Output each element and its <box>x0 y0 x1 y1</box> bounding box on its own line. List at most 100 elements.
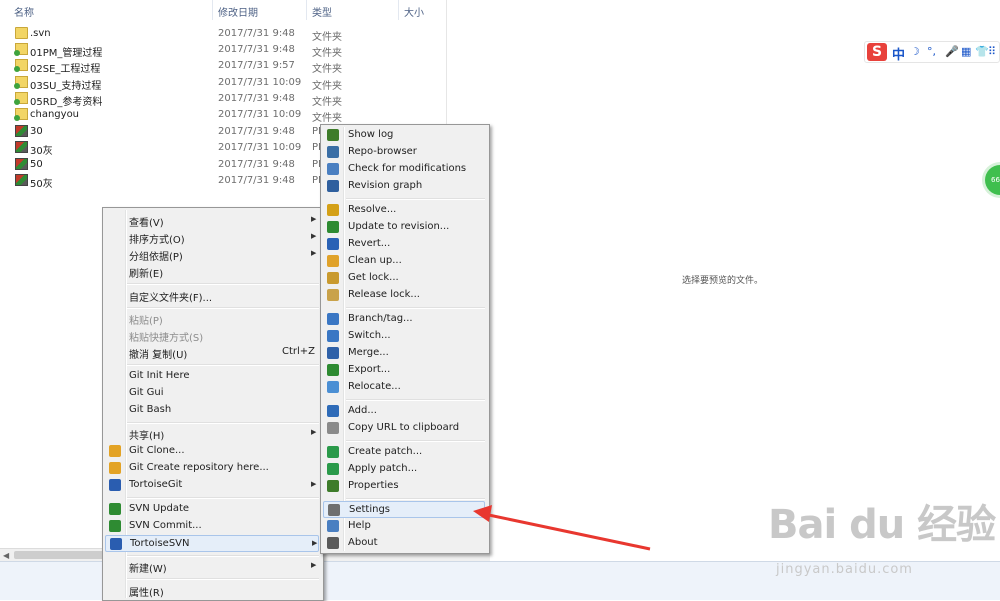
svn-resolve[interactable]: Resolve... <box>323 202 485 219</box>
menu-item-label: Git Init Here <box>129 370 190 381</box>
svn-export[interactable]: Export... <box>323 362 485 379</box>
svn-settings[interactable]: Settings <box>323 501 485 518</box>
menu-separator <box>346 440 485 442</box>
file-date: 2017/7/31 10:09 <box>218 142 302 153</box>
file-name: 02SE_工程过程 <box>30 64 101 75</box>
menu-item-shortcut: Ctrl+Z <box>282 346 316 357</box>
menu-item-sort-by[interactable]: 排序方式(O) ▶ <box>105 229 319 246</box>
properties-icon <box>327 480 339 492</box>
svn-about[interactable]: About <box>323 535 485 552</box>
menu-item-git-init[interactable]: Git Init Here <box>105 368 319 385</box>
merge-icon <box>327 347 339 359</box>
svn-relocate[interactable]: Relocate... <box>323 379 485 396</box>
menu-item-tortoisegit[interactable]: TortoiseGit ▶ <box>105 477 319 494</box>
menu-item-git-clone[interactable]: Git Clone... <box>105 443 319 460</box>
menu-item-label: Clean up... <box>348 255 402 266</box>
punctuation-icon[interactable]: °, <box>927 45 936 58</box>
menu-separator <box>346 307 485 309</box>
svn-revert[interactable]: Revert... <box>323 236 485 253</box>
menu-item-label: Revision graph <box>348 180 423 191</box>
file-type: 文件夹 <box>312 81 342 92</box>
menu-item-git-gui[interactable]: Git Gui <box>105 385 319 402</box>
column-divider[interactable] <box>212 0 213 20</box>
about-icon <box>327 537 339 549</box>
ime-toolbar[interactable]: S 中 ☽ °, 🎤 ▦ 👕 ⠿ <box>864 41 1000 63</box>
column-size-header[interactable]: 大小 <box>404 4 424 19</box>
floating-ball-icon[interactable]: 66 <box>985 165 1000 195</box>
svn-merge[interactable]: Merge... <box>323 345 485 362</box>
image-file-icon <box>15 158 28 170</box>
menu-item-label: Apply patch... <box>348 463 418 474</box>
svn-branch-tag[interactable]: Branch/tag... <box>323 311 485 328</box>
svn-copy-url[interactable]: Copy URL to clipboard <box>323 420 485 437</box>
annotation-arrow-shaft <box>483 512 651 551</box>
sogou-logo-icon[interactable]: S <box>867 43 887 61</box>
file-row[interactable]: changyou 2017/7/31 10:09 文件夹 <box>0 107 446 124</box>
svn-revision-graph[interactable]: Revision graph <box>323 178 485 195</box>
microphone-icon[interactable]: 🎤 <box>945 45 959 58</box>
svn-clean-up[interactable]: Clean up... <box>323 253 485 270</box>
context-menu: 查看(V) ▶ 排序方式(O) ▶ 分组依据(P) ▶ 刷新(E) 自定义文件夹… <box>102 207 324 601</box>
menu-item-tortoisesvn[interactable]: TortoiseSVN ▶ <box>105 535 319 552</box>
submenu-arrow-icon: ▶ <box>311 232 317 240</box>
menu-item-undo-copy[interactable]: 撤消 复制(U) Ctrl+Z <box>105 344 319 361</box>
menu-item-label: Copy URL to clipboard <box>348 422 460 433</box>
file-row[interactable]: 05RD_参考资料 2017/7/31 9:48 文件夹 <box>0 91 446 108</box>
menu-item-label: Export... <box>348 364 391 375</box>
menu-item-customize-folder[interactable]: 自定义文件夹(F)... <box>105 287 319 304</box>
check-modifications-icon <box>327 163 339 175</box>
menu-item-share[interactable]: 共享(H) ▶ <box>105 425 319 442</box>
revision-graph-icon <box>327 180 339 192</box>
svn-show-log[interactable]: Show log <box>323 127 485 144</box>
menu-item-refresh[interactable]: 刷新(E) <box>105 263 319 280</box>
svn-get-lock[interactable]: Get lock... <box>323 270 485 287</box>
file-row[interactable]: 03SU_支持过程 2017/7/31 10:09 文件夹 <box>0 75 446 92</box>
create-patch-icon <box>327 446 339 458</box>
image-file-icon <box>15 141 28 153</box>
file-type: 文件夹 <box>312 97 342 108</box>
svn-folder-icon <box>14 108 28 121</box>
file-row[interactable]: .svn 2017/7/31 9:48 文件夹 <box>0 26 446 43</box>
svn-add[interactable]: Add... <box>323 403 485 420</box>
svn-repo-browser[interactable]: Repo-browser <box>323 144 485 161</box>
column-divider[interactable] <box>398 0 399 20</box>
column-name-header[interactable]: 名称 <box>14 4 34 19</box>
menu-item-label: Settings <box>349 504 391 515</box>
git-clone-icon <box>109 445 121 457</box>
menu-item-view[interactable]: 查看(V) ▶ <box>105 212 319 229</box>
half-width-icon[interactable]: ☽ <box>910 45 920 58</box>
svn-release-lock[interactable]: Release lock... <box>323 287 485 304</box>
file-row[interactable]: 02SE_工程过程 2017/7/31 9:57 文件夹 <box>0 58 446 75</box>
menu-item-git-create-repository[interactable]: Git Create repository here... <box>105 460 319 477</box>
skin-icon[interactable]: 👕 <box>975 45 989 58</box>
menu-item-properties[interactable]: 属性(R) <box>105 582 319 599</box>
ime-mode-toggle[interactable]: 中 <box>892 44 905 63</box>
svn-update-to-revision[interactable]: Update to revision... <box>323 219 485 236</box>
menu-item-group-by[interactable]: 分组依据(P) ▶ <box>105 246 319 263</box>
toolbox-icon[interactable]: ⠿ <box>988 45 996 58</box>
svn-folder-icon <box>14 43 28 56</box>
svn-switch[interactable]: Switch... <box>323 328 485 345</box>
column-divider[interactable] <box>306 0 307 20</box>
menu-item-label: 分组依据(P) <box>129 252 183 263</box>
scroll-left-icon[interactable]: ◀ <box>3 551 9 560</box>
menu-item-new[interactable]: 新建(W) ▶ <box>105 558 319 575</box>
svn-properties[interactable]: Properties <box>323 478 485 495</box>
menu-item-label: Revert... <box>348 238 391 249</box>
folder-icon <box>15 27 28 39</box>
svn-create-patch[interactable]: Create patch... <box>323 444 485 461</box>
svn-check-modifications[interactable]: Check for modifications <box>323 161 485 178</box>
keyboard-icon[interactable]: ▦ <box>961 45 971 58</box>
file-row[interactable]: 01PM_管理过程 2017/7/31 9:48 文件夹 <box>0 42 446 59</box>
svn-apply-patch[interactable]: Apply patch... <box>323 461 485 478</box>
menu-item-svn-update[interactable]: SVN Update <box>105 501 319 518</box>
menu-item-label: 查看(V) <box>129 218 164 229</box>
menu-item-git-bash[interactable]: Git Bash <box>105 402 319 419</box>
svn-help[interactable]: Help <box>323 518 485 535</box>
menu-item-paste-shortcut[interactable]: 粘贴快捷方式(S) <box>105 327 319 344</box>
column-type-header[interactable]: 类型 <box>312 4 332 19</box>
menu-item-svn-commit[interactable]: SVN Commit... <box>105 518 319 535</box>
menu-item-paste[interactable]: 粘贴(P) <box>105 310 319 327</box>
column-modified-header[interactable]: 修改日期 <box>218 4 258 19</box>
scroll-thumb[interactable] <box>14 551 104 559</box>
